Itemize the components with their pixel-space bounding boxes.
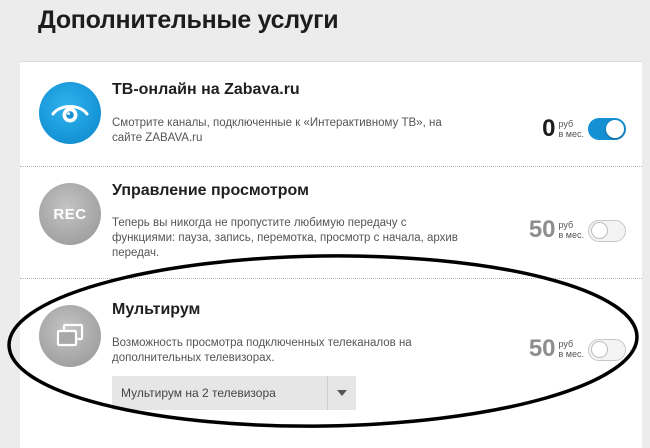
annotation-ellipse <box>7 254 639 428</box>
